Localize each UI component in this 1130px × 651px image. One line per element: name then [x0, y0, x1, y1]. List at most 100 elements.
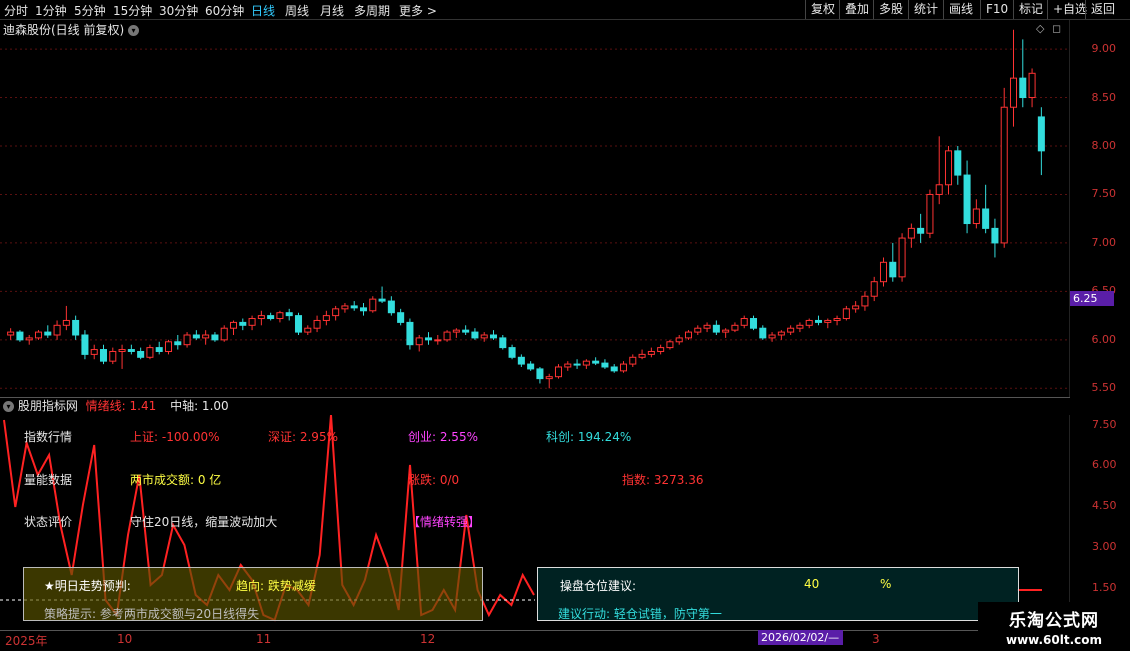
- index-value: 指数: 3273.36: [622, 473, 704, 487]
- candle-body: [982, 208, 990, 229]
- candle-body: [332, 308, 340, 317]
- candle-body: [313, 319, 321, 329]
- candle-body: [517, 356, 525, 365]
- watermark: 乐淘公式网 www.60lt.com: [978, 602, 1130, 650]
- candle: [248, 315, 256, 331]
- candle: [582, 359, 590, 369]
- date-tick-11: 11: [256, 632, 272, 646]
- candle: [341, 303, 349, 313]
- candle: [406, 318, 414, 350]
- candle-body: [592, 360, 600, 364]
- period-tab-timeshare[interactable]: 分时: [4, 2, 28, 19]
- candle-body: [397, 312, 405, 323]
- market-turnover: 两市成交额: 0 亿: [130, 473, 222, 487]
- candle: [239, 318, 247, 331]
- date-tick-10: 10: [117, 632, 133, 646]
- mood-status: 【情绪转强】: [408, 515, 481, 529]
- star-market-change: 科创: 194.24%: [546, 430, 632, 444]
- position-value: 40: [804, 577, 820, 591]
- candle-body: [917, 227, 925, 234]
- date-tick-3: 3: [872, 632, 880, 646]
- candle-body: [675, 337, 683, 343]
- candle: [99, 344, 108, 365]
- candle: [712, 320, 720, 335]
- candle: [861, 291, 869, 311]
- period-tab-30min[interactable]: 30分钟: [159, 2, 198, 19]
- candle-body: [545, 376, 553, 380]
- candle: [675, 335, 683, 345]
- candle-body: [443, 331, 451, 341]
- candle: [787, 325, 795, 335]
- back-button[interactable]: 返回: [1085, 0, 1120, 19]
- candle-body: [16, 331, 24, 341]
- candle-body: [879, 261, 888, 283]
- candle-body: [164, 341, 173, 352]
- candle-body: [944, 150, 953, 186]
- candle: [164, 339, 173, 355]
- candle-body: [1019, 77, 1027, 99]
- draw-line-button[interactable]: 画线: [943, 0, 978, 19]
- strategy-tip: 策略提示: 参考两市成交额与20日线得失: [44, 607, 260, 621]
- period-tab-1min[interactable]: 1分钟: [35, 2, 67, 19]
- candle: [350, 301, 358, 311]
- multi-stock-button[interactable]: 多股: [873, 0, 908, 19]
- candle: [1009, 29, 1018, 127]
- cursor-date-badge: 2026/02/02/—: [758, 630, 843, 645]
- period-tab-daily[interactable]: 日线: [251, 2, 275, 19]
- candle: [72, 315, 80, 340]
- candle-body: [146, 347, 154, 358]
- candle-body: [991, 227, 999, 244]
- period-tab-multi[interactable]: 多周期: [354, 2, 390, 19]
- candle: [81, 330, 89, 360]
- candle: [852, 301, 860, 313]
- candle-body: [619, 363, 628, 372]
- candle: [424, 332, 433, 345]
- price-tick: 9.00: [1091, 42, 1117, 56]
- candle-body: [564, 363, 572, 368]
- period-tab-weekly[interactable]: 周线: [285, 2, 309, 19]
- ind-tick-6-00: 6.00: [1092, 458, 1117, 471]
- candle-body: [211, 334, 219, 341]
- date-tick-12: 12: [420, 632, 436, 646]
- candle-body: [694, 327, 702, 333]
- candle-body: [684, 331, 693, 339]
- candle-body: [601, 362, 609, 368]
- period-tab-5min[interactable]: 5分钟: [74, 2, 106, 19]
- candle: [155, 341, 163, 355]
- candle-body: [768, 334, 776, 339]
- candle-body: [666, 341, 674, 349]
- indicator-name[interactable]: 股朋指标网: [18, 399, 78, 413]
- candle-body: [322, 315, 330, 321]
- statistics-button[interactable]: 统计: [908, 0, 943, 19]
- period-tab-monthly[interactable]: 月线: [320, 2, 344, 19]
- candle-body: [722, 329, 730, 333]
- period-tab-more[interactable]: 更多 >: [399, 2, 437, 19]
- candle-body: [72, 319, 80, 336]
- mark-button[interactable]: 标记: [1013, 0, 1048, 19]
- candle-body: [972, 208, 980, 225]
- candle-body: [480, 334, 488, 339]
- ind-tick-1-50: 1.50: [1092, 581, 1117, 594]
- status-text: 守住20日线，缩量波动加大: [130, 515, 278, 529]
- candle-body: [926, 193, 934, 234]
- period-tab-60min[interactable]: 60分钟: [205, 2, 244, 19]
- candle: [387, 296, 395, 316]
- adjust-button[interactable]: 复权: [805, 0, 840, 19]
- candle: [592, 357, 600, 366]
- candle-body: [629, 356, 637, 365]
- candle-body: [842, 308, 850, 320]
- candle: [694, 325, 702, 335]
- candle-body: [109, 350, 117, 362]
- period-tab-15min[interactable]: 15分钟: [113, 2, 152, 19]
- candle: [972, 199, 980, 229]
- candle-body: [489, 334, 498, 339]
- candlestick-chart[interactable]: [0, 20, 1070, 398]
- candle-body: [99, 349, 108, 362]
- candle: [146, 344, 154, 360]
- f10-button[interactable]: F10: [980, 0, 1013, 19]
- candle-body: [536, 368, 544, 380]
- chevron-down-icon[interactable]: ▾: [3, 401, 14, 412]
- candle-body: [963, 174, 971, 225]
- overlay-button[interactable]: 叠加: [839, 0, 874, 19]
- price-tick: 8.50: [1091, 90, 1117, 104]
